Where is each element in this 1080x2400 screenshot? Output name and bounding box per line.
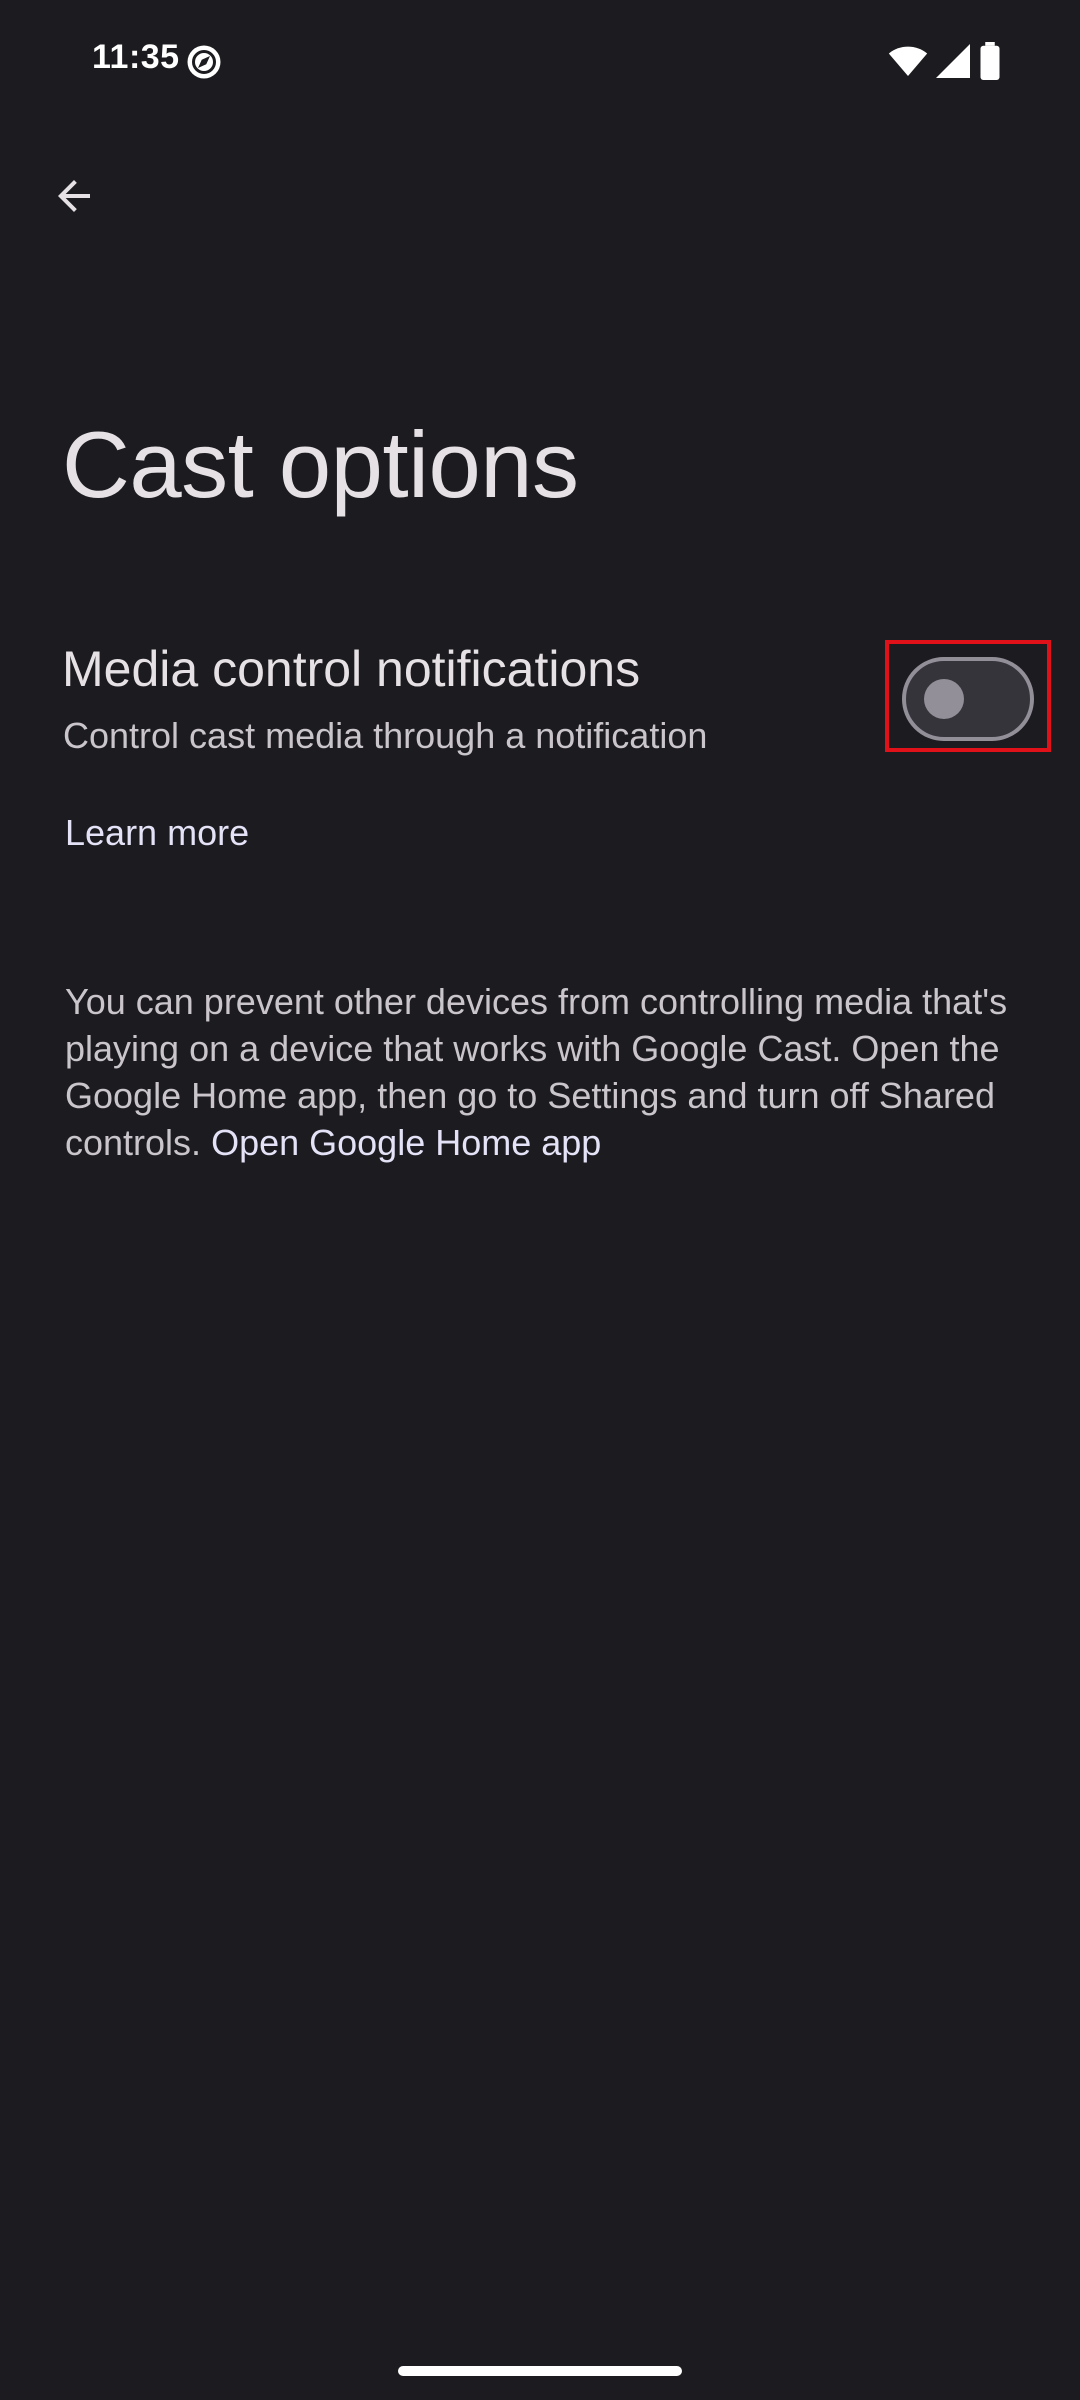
learn-more-link[interactable]: Learn more <box>65 812 249 854</box>
back-button[interactable] <box>34 156 114 236</box>
arrow-back-icon <box>58 180 90 212</box>
open-google-home-link[interactable]: Open Google Home app <box>211 1122 601 1163</box>
wifi-icon <box>888 46 928 76</box>
footer-description: You can prevent other devices from contr… <box>65 978 1045 1166</box>
media-control-toggle[interactable] <box>902 657 1034 741</box>
page-title: Cast options <box>62 412 579 517</box>
cellular-signal-icon <box>936 44 970 78</box>
toggle-thumb <box>924 679 964 719</box>
setting-title[interactable]: Media control notifications <box>62 642 640 697</box>
gesture-nav-handle[interactable] <box>398 2366 682 2376</box>
status-time: 11:35 <box>92 38 180 76</box>
status-icons <box>888 42 1002 80</box>
battery-icon <box>980 42 1000 80</box>
compass-icon <box>187 45 221 79</box>
status-bar: 11:35 <box>0 0 1080 120</box>
setting-summary: Control cast media through a notificatio… <box>63 715 708 756</box>
